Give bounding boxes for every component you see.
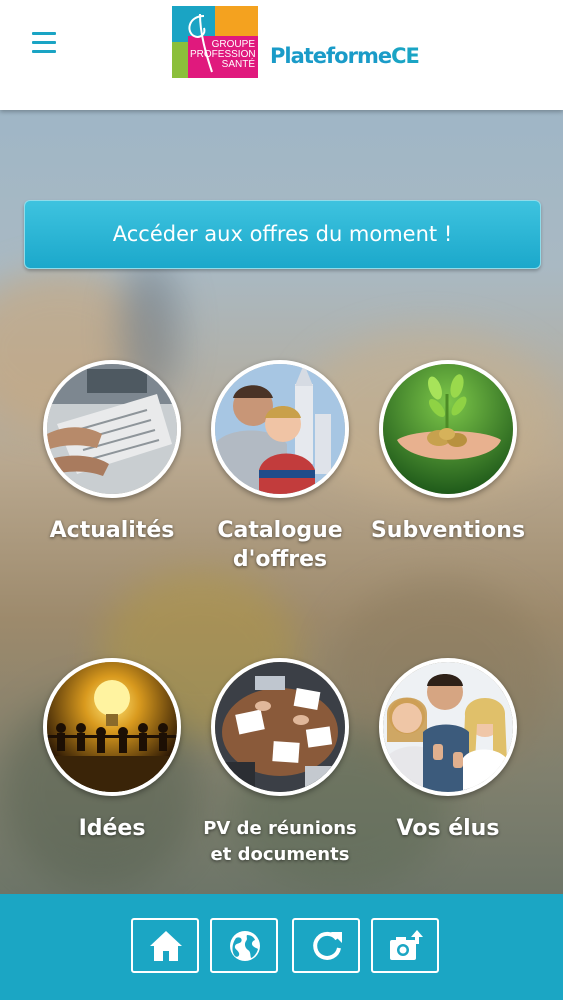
home-button[interactable] bbox=[131, 918, 199, 973]
tile-label-idees: Idées bbox=[78, 816, 146, 841]
tile-label-pv-line-2: et documents bbox=[210, 844, 350, 865]
brand-part-1: Plateforme bbox=[270, 44, 392, 68]
camera-upload-button[interactable] bbox=[371, 918, 439, 973]
plant-coins-photo-icon bbox=[379, 360, 517, 498]
tile-label-catalogue-line-2: d'offres bbox=[232, 547, 328, 572]
logo-line-3: SANTÉ bbox=[221, 59, 255, 70]
tile-label-catalogue-line-1: Catalogue bbox=[217, 518, 343, 543]
globe-button[interactable] bbox=[210, 918, 278, 973]
home-icon bbox=[150, 931, 182, 961]
meeting-photo-icon bbox=[211, 658, 349, 796]
tile-catalogue-offres[interactable]: Catalogue d'offres bbox=[195, 360, 365, 574]
tile-label-catalogue-offres: Catalogue d'offres bbox=[195, 516, 365, 574]
bottom-toolbar bbox=[0, 894, 563, 1000]
tile-pv-reunions[interactable]: PV de réunions et documents bbox=[195, 658, 365, 868]
refresh-icon bbox=[313, 931, 342, 960]
tile-label-vos-elus: Vos élus bbox=[396, 816, 500, 841]
tile-actualites[interactable]: Actualités bbox=[27, 360, 197, 545]
tile-label-subventions: Subventions bbox=[370, 518, 526, 543]
family-photo-icon bbox=[211, 360, 349, 498]
brand-part-2: CE bbox=[391, 44, 420, 68]
globe-icon bbox=[230, 931, 260, 961]
tile-subventions[interactable]: Subventions bbox=[363, 360, 533, 545]
tile-label-pv-line-1: PV de réunions bbox=[203, 818, 357, 839]
tile-label-pv-reunions: PV de réunions et documents bbox=[195, 816, 365, 868]
refresh-button[interactable] bbox=[292, 918, 360, 973]
tile-vos-elus[interactable]: Vos élus bbox=[363, 658, 533, 843]
newspaper-photo-icon bbox=[43, 360, 181, 498]
hamburger-menu-icon[interactable] bbox=[30, 30, 60, 56]
tile-label-actualites: Actualités bbox=[49, 518, 175, 543]
groupe-profession-sante-logo: GROUPE PROFESSION SANTÉ bbox=[172, 6, 258, 78]
app-header: GROUPE PROFESSION SANTÉ PlateformeCE bbox=[0, 0, 563, 110]
people-thumbs-up-photo-icon bbox=[379, 658, 517, 796]
plateforme-ce-brand: PlateformeCE bbox=[270, 44, 420, 68]
offers-of-the-moment-button[interactable]: Accéder aux offres du moment ! bbox=[24, 200, 541, 269]
tile-idees[interactable]: Idées bbox=[27, 658, 197, 843]
lightbulb-photo-icon bbox=[43, 658, 181, 796]
camera-upload-icon bbox=[390, 930, 423, 960]
